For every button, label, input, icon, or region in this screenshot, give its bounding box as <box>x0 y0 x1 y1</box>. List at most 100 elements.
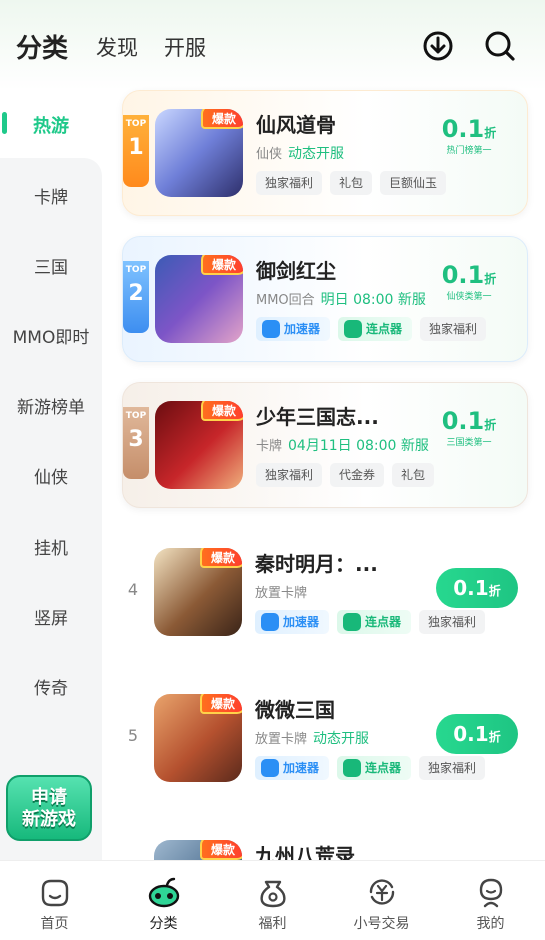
tag-label: 加速器 <box>283 761 320 775</box>
nav-label: 首页 <box>40 916 69 932</box>
apply-line-2: 新游戏 <box>22 809 76 830</box>
tag: 独家福利 <box>419 610 486 634</box>
category-sidebar: 热游 卡牌 三国 MMO即时 新游榜单 仙侠 挂机 竖屏 传奇 <box>0 88 102 860</box>
tag-label: 加速器 <box>284 322 321 336</box>
tag: 代金券 <box>330 463 385 487</box>
rank-ribbon: TOP 1 <box>123 115 149 187</box>
game-name: 仙风道骨 <box>256 113 336 137</box>
sidebar-item-new-rank[interactable]: 新游榜单 <box>0 393 102 418</box>
game-icon: 爆款 <box>155 109 243 197</box>
discount-value: 0.1 <box>441 261 485 289</box>
tab-server-open[interactable]: 开服 <box>164 32 206 62</box>
discount-unit: 折 <box>484 418 497 432</box>
nav-account-trade[interactable]: 小号交易 <box>327 861 436 940</box>
rank-number: 1 <box>128 135 144 160</box>
nav-label: 我的 <box>476 916 505 932</box>
download-icon[interactable] <box>422 30 454 62</box>
nav-home[interactable]: 首页 <box>0 861 109 940</box>
hot-badge: 爆款 <box>201 109 243 129</box>
game-icon: 爆款 <box>154 548 242 636</box>
game-genre: 仙侠 <box>256 147 283 162</box>
clicker-tag[interactable]: 连点器 <box>337 756 412 780</box>
game-card[interactable]: TOP 1 爆款 仙风道骨 仙侠 动态开服 独家福利 礼包 巨额仙玉 0.1折 热门榜… <box>122 90 528 216</box>
sidebar-item-legend[interactable]: 传奇 <box>0 674 102 699</box>
game-meta: 放置卡牌 <box>255 582 307 601</box>
game-card[interactable]: 5 爆款 微微三国 放置卡牌 动态开服 加速器 连点器 独家福利 0.1折 <box>122 676 528 802</box>
sidebar-item-idle[interactable]: 挂机 <box>0 534 102 559</box>
hot-badge: 爆款 <box>200 548 242 568</box>
discount-note: 热门榜第一 <box>446 146 492 156</box>
game-icon: 爆款 <box>155 401 243 489</box>
rank-label: TOP <box>125 119 147 129</box>
tag: 独家福利 <box>419 756 486 780</box>
tab-discover[interactable]: 发现 <box>96 32 138 62</box>
nav-profile[interactable]: 我的 <box>436 861 545 940</box>
game-card[interactable]: TOP 3 爆款 少年三国志... 卡牌 04月11日 08:00 新服 独家福利… <box>122 382 528 508</box>
discount-laurel: 0.1折 热门榜第一 <box>421 115 517 175</box>
gamepad-icon <box>148 877 179 908</box>
gift-bag-icon <box>259 880 286 908</box>
discount-unit: 折 <box>488 730 501 744</box>
nav-label: 福利 <box>258 916 287 932</box>
sidebar-item-three-kingdoms[interactable]: 三国 <box>0 253 102 278</box>
nav-welfare[interactable]: 福利 <box>218 861 327 940</box>
game-icon: 爆款 <box>154 694 242 782</box>
game-card[interactable]: 4 爆款 秦时明月：... 放置卡牌 加速器 连点器 独家福利 0.1折 <box>122 530 528 656</box>
rank-number: 5 <box>127 726 139 745</box>
server-status: 明日 08:00 新服 <box>320 292 426 308</box>
speed-tag[interactable]: 加速器 <box>256 317 331 341</box>
game-name: 秦时明月：... <box>255 552 378 576</box>
nav-label: 小号交易 <box>353 916 410 932</box>
discount-pill[interactable]: 0.1折 <box>436 568 518 608</box>
sidebar-item-card[interactable]: 卡牌 <box>0 183 102 208</box>
sidebar-item-portrait[interactable]: 竖屏 <box>0 604 102 629</box>
discount-laurel: 0.1折 三国类第一 <box>421 407 517 467</box>
clicker-tag[interactable]: 连点器 <box>338 317 413 341</box>
game-meta: 放置卡牌 动态开服 <box>255 728 369 748</box>
clicker-icon <box>344 319 363 338</box>
hot-badge: 爆款 <box>200 694 242 714</box>
game-genre: MMO回合 <box>256 293 315 308</box>
tag-label: 连点器 <box>366 322 403 336</box>
lightning-icon <box>261 612 279 631</box>
discount-pill[interactable]: 0.1折 <box>436 714 518 754</box>
game-genre: 放置卡牌 <box>255 586 308 601</box>
game-meta: 仙侠 动态开服 <box>256 143 344 163</box>
speed-tag[interactable]: 加速器 <box>255 756 330 780</box>
discount-value: 0.1 <box>441 407 485 435</box>
game-name: 微微三国 <box>255 698 335 722</box>
rank-number: 4 <box>127 580 139 599</box>
tab-category[interactable]: 分类 <box>16 28 68 65</box>
bottom-nav: 首页 分类 福利 小号交易 我的 <box>0 860 545 940</box>
hot-badge: 爆款 <box>201 401 243 421</box>
clicker-icon <box>343 612 362 631</box>
game-card[interactable]: TOP 2 爆款 御剑红尘 MMO回合 明日 08:00 新服 加速器 连点器 独家福… <box>122 236 528 362</box>
tag: 独家福利 <box>256 171 323 195</box>
discount-value: 0.1 <box>441 115 485 143</box>
nav-category[interactable]: 分类 <box>109 861 218 940</box>
discount-note: 仙侠类第一 <box>446 292 492 302</box>
tag: 独家福利 <box>256 463 323 487</box>
sidebar-item-xianxia[interactable]: 仙侠 <box>0 463 102 488</box>
sidebar-item-mmo[interactable]: MMO即时 <box>0 323 102 348</box>
game-name: 御剑红尘 <box>256 259 336 283</box>
server-status: 04月11日 08:00 新服 <box>288 438 429 454</box>
game-genre: 卡牌 <box>256 439 283 454</box>
clicker-tag[interactable]: 连点器 <box>337 610 412 634</box>
rank-ribbon: TOP 2 <box>123 261 149 333</box>
top-tab-bar: 分类 发现 开服 <box>0 0 545 92</box>
game-list: TOP 1 爆款 仙风道骨 仙侠 动态开服 独家福利 礼包 巨额仙玉 0.1折 热门榜… <box>102 88 545 928</box>
sidebar-item-hot[interactable]: 热游 <box>0 112 102 138</box>
rank-ribbon: TOP 3 <box>123 407 149 479</box>
search-icon[interactable] <box>484 30 516 62</box>
apply-new-game-button[interactable]: 申请 新游戏 <box>6 775 92 841</box>
tag-list: 独家福利 代金券 礼包 <box>256 463 442 489</box>
rank-label: TOP <box>125 411 147 421</box>
lightning-icon <box>261 758 279 777</box>
speed-tag[interactable]: 加速器 <box>255 610 330 634</box>
game-meta: MMO回合 明日 08:00 新服 <box>256 289 426 309</box>
discount-unit: 折 <box>484 126 497 140</box>
server-status: 动态开服 <box>313 731 370 747</box>
rank-number: 2 <box>128 281 144 306</box>
nav-label: 分类 <box>149 916 178 932</box>
